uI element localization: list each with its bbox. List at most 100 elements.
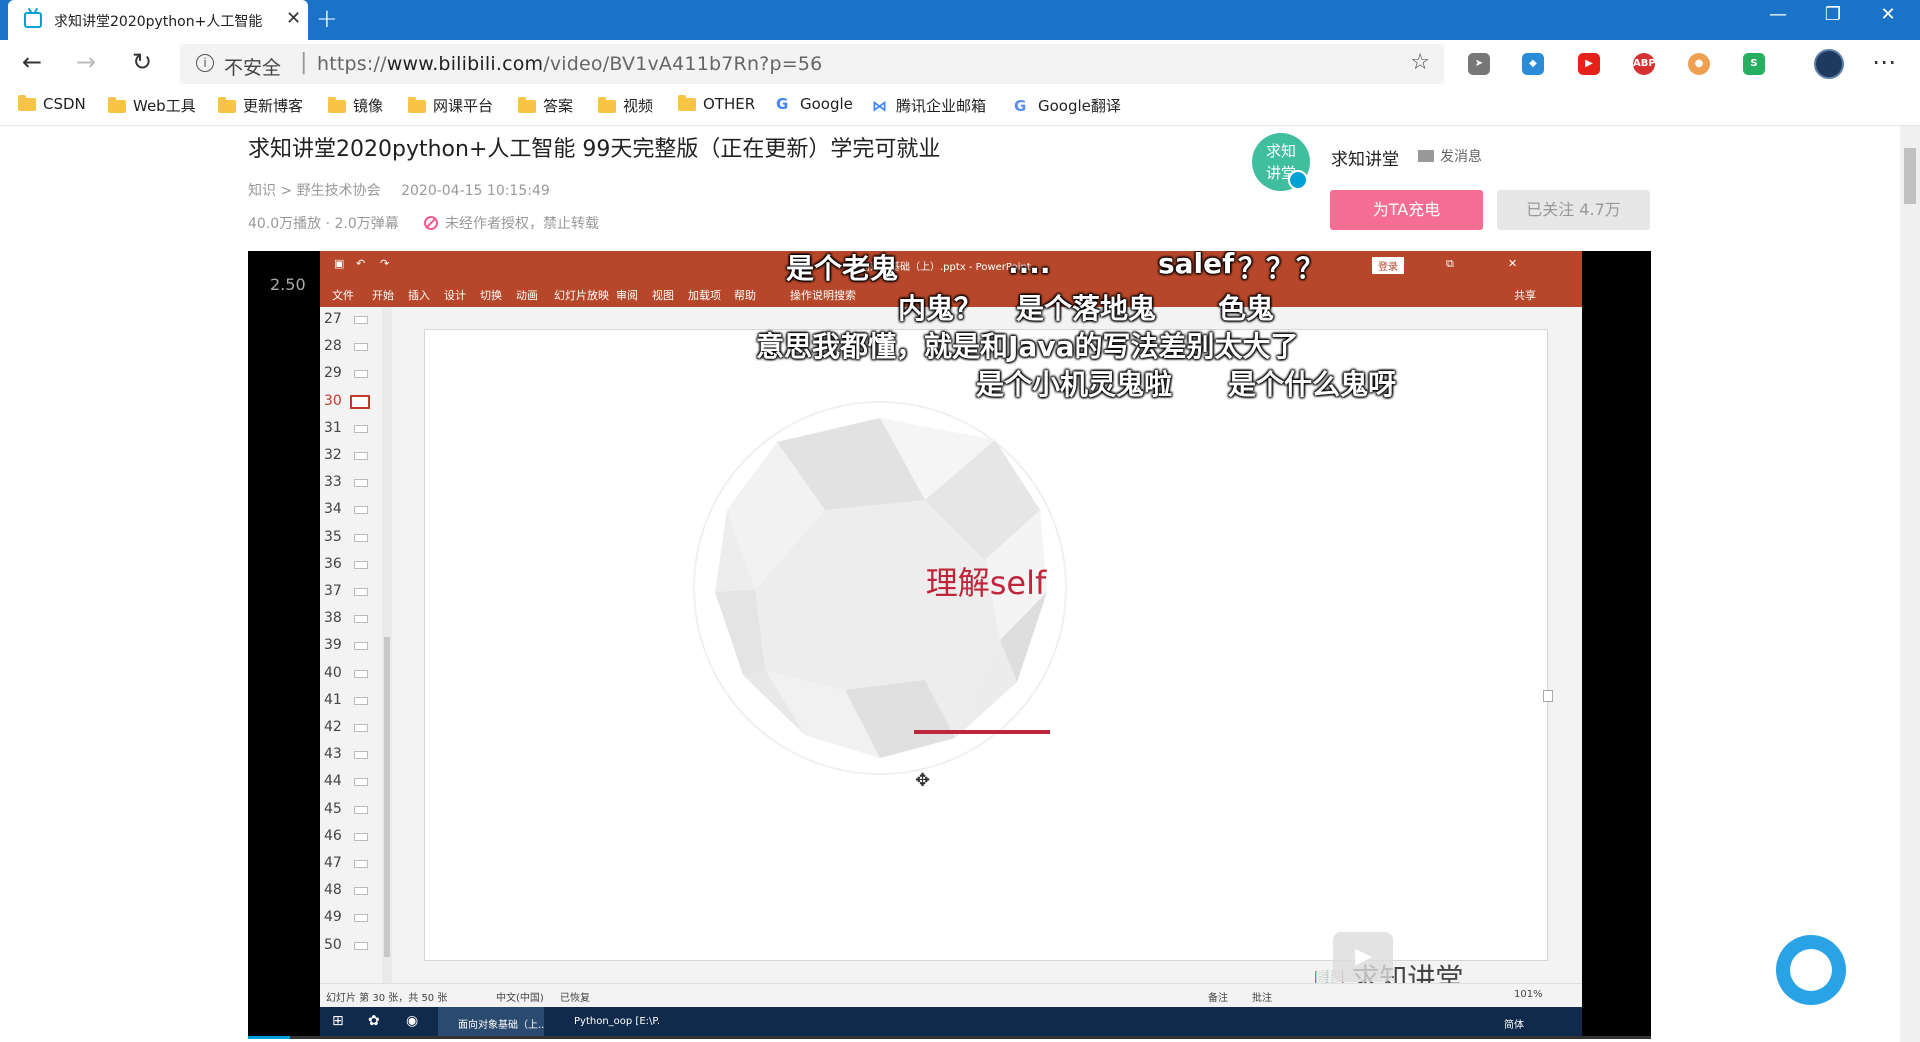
slide-number: 50 — [324, 936, 342, 953]
video-player[interactable]: 2.50 ▣ ↶ ↷ 面向对象基础（上）.pptx - PowerPoint 登… — [248, 251, 1651, 1039]
bookmark-label: 腾讯企业邮箱 — [896, 97, 987, 115]
bookmark-folder[interactable]: 镜像 — [328, 95, 383, 119]
video-meta: 知识 > 野生技术协会 2020-04-15 10:15:49 — [248, 180, 550, 200]
danmaku-comment: 是个小机灵鬼啦 — [976, 368, 1173, 401]
bookmark-folder[interactable]: 视频 — [598, 95, 653, 119]
forward-button[interactable]: → — [76, 48, 96, 76]
close-tab-icon[interactable]: ✕ — [286, 8, 301, 29]
close-window-button[interactable]: ✕ — [1868, 4, 1908, 25]
bookmark-google[interactable]: G Google — [776, 95, 853, 119]
insecure-label: 不安全 — [224, 57, 282, 79]
danmaku-layer: 是个老鬼 .... salef ？？ ？ 内鬼？ 是个落地鬼 色鬼 意思我都懂，… — [248, 251, 1651, 551]
publish-date: 2020-04-15 10:15:49 — [401, 183, 550, 199]
adblock-ext-icon[interactable]: ABP — [1633, 53, 1656, 75]
address-separator: | — [300, 50, 308, 75]
bookmark-label: 答案 — [543, 97, 574, 115]
danmaku-comment: 是个落地鬼 — [1016, 292, 1157, 325]
tencent-mail-icon: ⋈ — [872, 97, 887, 115]
page-scrollbar[interactable] — [1900, 126, 1920, 1042]
restore-button[interactable]: ❐ — [1813, 4, 1853, 25]
slide-heading-underline — [914, 730, 1050, 734]
reload-button[interactable]: ↻ — [132, 48, 152, 76]
page-scrollbar-thumb[interactable] — [1904, 148, 1916, 204]
slide-number: 45 — [324, 800, 342, 817]
danmaku-comment: 意思我都懂，就是和Java的写法差别太大了 — [756, 330, 1299, 363]
url-scheme: https:// — [317, 53, 387, 75]
url-text[interactable]: https://www.bilibili.com/video/BV1vA411b… — [317, 53, 822, 75]
windows-taskbar: ⊞ ✿ ◉ 面向对象基础（上... Python_oop [E:\P... 简体 — [320, 1007, 1582, 1039]
send-message-link[interactable]: 发消息 — [1418, 146, 1482, 166]
slide-number: 40 — [324, 664, 342, 681]
bookmark-folder[interactable]: 网课平台 — [408, 95, 493, 119]
folder-icon — [408, 97, 426, 113]
slide-number: 36 — [324, 555, 342, 572]
video-progress-bar[interactable] — [248, 1036, 1651, 1039]
bookmarks-bar: CSDN Web工具 更新博客 镜像 网课平台 答案 视频 OTHER G Goo… — [0, 88, 1920, 126]
new-tab-button[interactable]: + — [316, 4, 338, 34]
floating-assistant-button[interactable] — [1776, 935, 1846, 1005]
bookmark-label: 镜像 — [353, 97, 384, 115]
slide-thumbnail — [354, 832, 368, 841]
charge-button[interactable]: 为TA充电 — [1330, 190, 1483, 230]
status-zoom: 101% — [1514, 989, 1543, 1000]
bookmark-star-icon[interactable]: ☆ — [1410, 50, 1430, 75]
bookmark-label: Google — [800, 95, 853, 113]
browser-tab-bar: 求知讲堂2020python+人工智能 ✕ + — ❐ ✕ — [0, 0, 1920, 40]
folder-icon — [598, 97, 616, 113]
bookmark-folder[interactable]: CSDN — [18, 95, 86, 119]
status-notes: 备注 — [1208, 993, 1228, 1004]
info-icon[interactable]: i — [196, 54, 214, 72]
orange-ext-icon[interactable]: ● — [1688, 53, 1710, 75]
cursor-ext-icon[interactable]: ➤ — [1468, 53, 1490, 75]
minimize-button[interactable]: — — [1758, 4, 1798, 25]
bookmark-folder[interactable]: Web工具 — [108, 95, 196, 119]
bookmark-folder[interactable]: OTHER — [678, 95, 755, 119]
url-path: /video/BV1vA411b7Rn?p=56 — [543, 53, 823, 75]
s-ext-icon[interactable]: S — [1743, 53, 1765, 75]
browser-toolbar: ← → ↻ i 不安全 | https://www.bilibili.com/v… — [0, 40, 1920, 88]
taskbar-app-icon: ✿ — [368, 1013, 380, 1029]
chrome-icon: ◉ — [406, 1013, 419, 1029]
slide-number: 37 — [324, 583, 342, 599]
video-progress-fill — [248, 1036, 291, 1039]
forbidden-icon — [424, 216, 438, 230]
bookmark-label: Google翻译 — [1038, 97, 1121, 115]
danmaku-comment: .... — [1008, 251, 1051, 280]
subcategory-link[interactable]: 野生技术协会 — [297, 183, 381, 199]
slide-thumbnail — [354, 615, 368, 624]
danmaku-comment: 是个什么鬼呀 — [1228, 368, 1397, 401]
folder-icon — [328, 97, 346, 113]
back-button[interactable]: ← — [22, 48, 42, 76]
bookmark-label: CSDN — [43, 95, 86, 113]
google-translate-icon: G — [1014, 97, 1027, 115]
shield-ext-icon[interactable]: ◆ — [1522, 53, 1544, 75]
status-language: 中文(中国) — [496, 993, 544, 1004]
tab-title: 求知讲堂2020python+人工智能 — [54, 14, 263, 30]
youtube-ext-icon[interactable]: ▶ — [1578, 53, 1600, 75]
uploader-name[interactable]: 求知讲堂 — [1331, 145, 1399, 170]
profile-avatar[interactable] — [1814, 49, 1844, 79]
category-separator: > — [280, 183, 293, 199]
slide-heading: 理解self — [925, 564, 1047, 602]
browser-menu-icon[interactable]: ⋯ — [1872, 48, 1896, 76]
follow-button[interactable]: 已关注 4.7万 — [1497, 190, 1650, 230]
slide-number: 49 — [324, 909, 342, 926]
slide-number: 38 — [324, 610, 342, 627]
slide-thumbnail — [354, 669, 368, 678]
bookmark-folder[interactable]: 答案 — [518, 95, 573, 119]
taskbar-ppt: 面向对象基础（上... — [438, 1007, 544, 1039]
google-icon: G — [776, 95, 789, 113]
bilibili-tab-icon — [24, 12, 42, 28]
taskbar-pycharm: Python_oop [E:\P... — [574, 1016, 660, 1027]
category-link[interactable]: 知识 — [248, 183, 276, 199]
bookmark-label: OTHER — [703, 95, 756, 113]
danmaku-comment: ？？ — [1238, 252, 1295, 285]
slide-thumbnail — [354, 805, 368, 814]
bookmark-folder[interactable]: 更新博客 — [218, 95, 303, 119]
bookmark-google-translate[interactable]: G Google翻译 — [1014, 95, 1121, 119]
address-bar[interactable]: i 不安全 | https://www.bilibili.com/video/B… — [180, 44, 1444, 84]
slide-thumbnail — [354, 887, 368, 896]
slide-thumbnail — [354, 751, 368, 760]
browser-tab[interactable]: 求知讲堂2020python+人工智能 ✕ — [8, 0, 308, 40]
bookmark-tencent-mail[interactable]: ⋈ 腾讯企业邮箱 — [872, 95, 986, 119]
